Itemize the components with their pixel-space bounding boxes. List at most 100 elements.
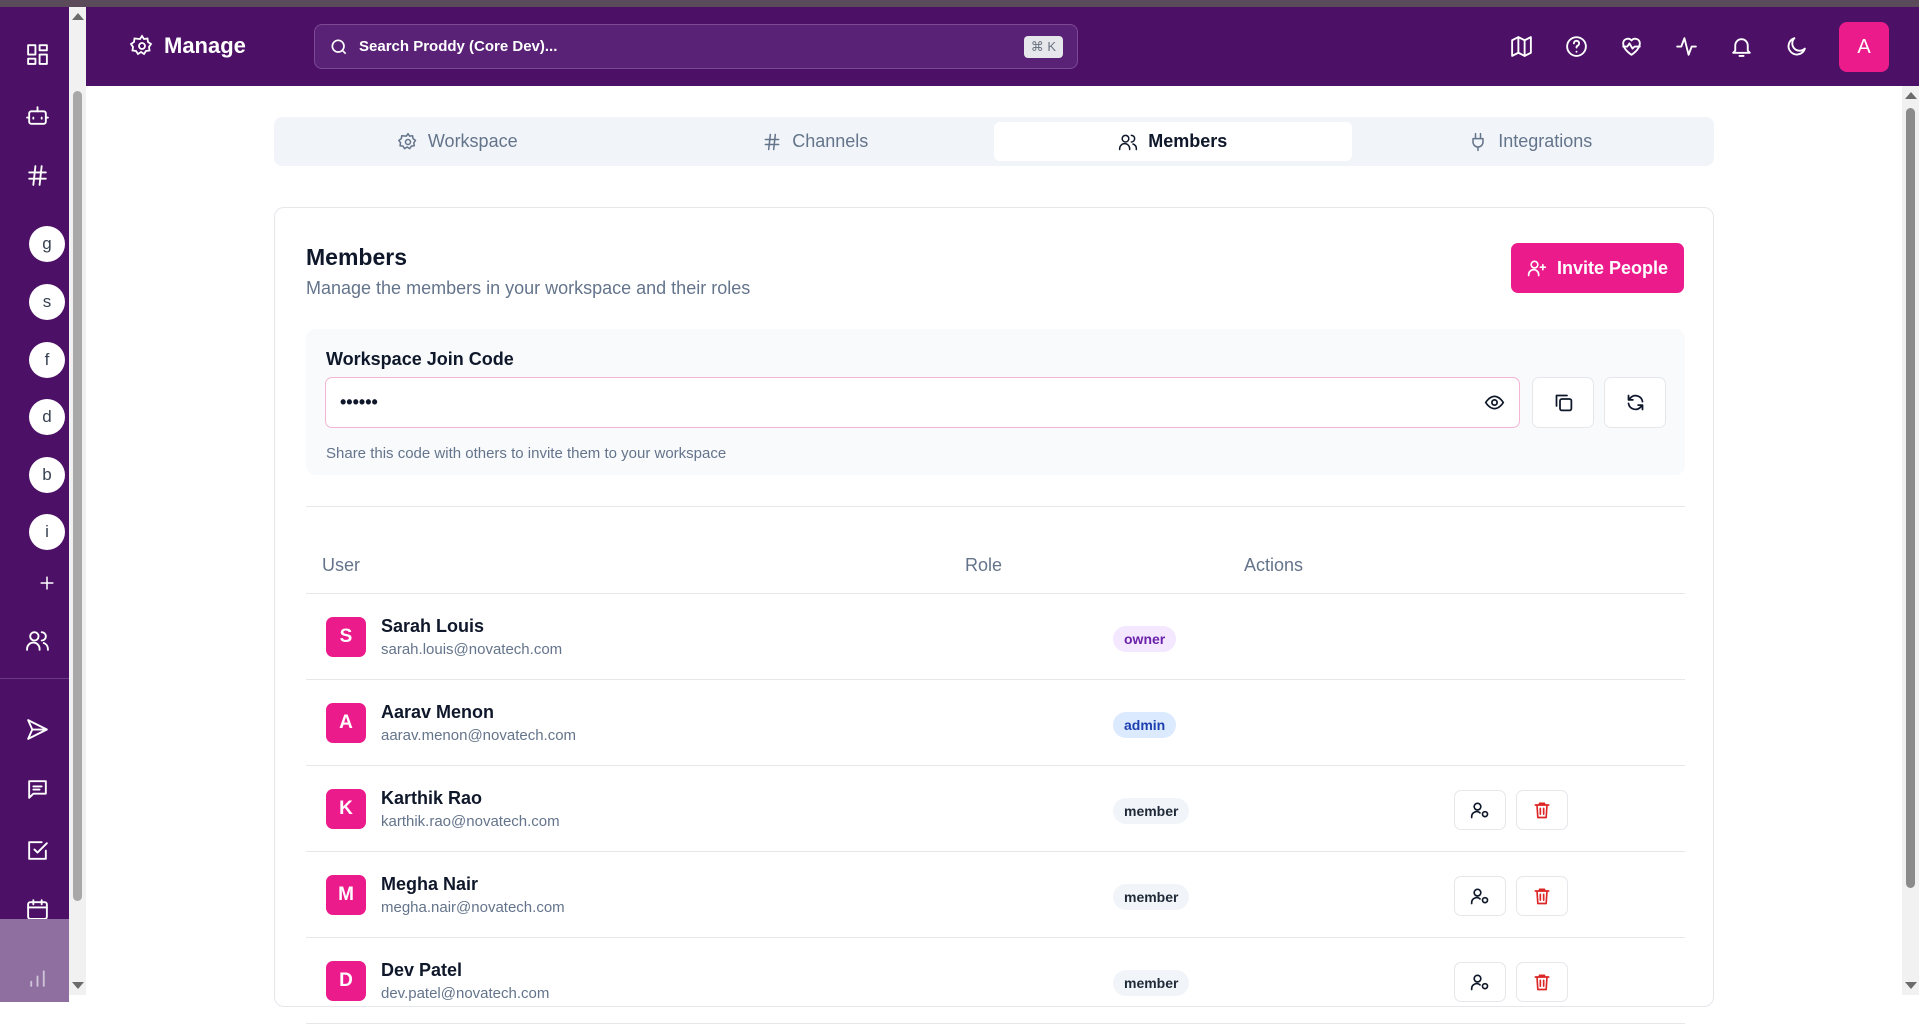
dashboard-icon[interactable] xyxy=(24,41,50,67)
remove-member-button[interactable] xyxy=(1516,876,1568,916)
plug-icon xyxy=(1472,132,1484,151)
message-icon[interactable] xyxy=(24,776,50,802)
scroll-up-icon[interactable] xyxy=(72,13,84,20)
join-code-input[interactable] xyxy=(340,392,1484,413)
change-role-button[interactable] xyxy=(1454,962,1506,1002)
gear-icon xyxy=(397,132,417,149)
user-plus-icon xyxy=(1527,260,1547,277)
member-avatar: K xyxy=(326,789,366,829)
help-icon[interactable] xyxy=(1561,29,1591,63)
main-scrollbar[interactable] xyxy=(1902,86,1919,995)
table-row: D Dev Patel dev.patel@novatech.com membe… xyxy=(306,938,1685,1024)
change-role-button[interactable] xyxy=(1454,790,1506,830)
column-user: User xyxy=(322,555,361,575)
users-icon[interactable] xyxy=(24,627,50,653)
add-workspace-icon[interactable] xyxy=(34,570,60,596)
hash-icon[interactable] xyxy=(24,162,50,188)
bell-icon[interactable] xyxy=(1726,29,1756,63)
table-row: K Karthik Rao karthik.rao@novatech.com m… xyxy=(306,766,1685,852)
tab-workspace[interactable]: Workspace xyxy=(279,122,637,161)
search-shortcut: ⌘ K xyxy=(1023,35,1063,58)
join-code-label: Workspace Join Code xyxy=(326,349,514,369)
search-bar[interactable]: ⌘ K xyxy=(314,24,1078,69)
scrollbar-thumb[interactable] xyxy=(73,91,82,901)
member-email: aarav.menon@novatech.com xyxy=(381,727,577,744)
role-badge: member xyxy=(1113,970,1190,996)
member-avatar: M xyxy=(326,875,366,915)
workspace-avatar[interactable]: i xyxy=(29,514,65,550)
search-input[interactable] xyxy=(359,38,1014,55)
section-subtitle: Manage the members in your workspace and… xyxy=(306,278,751,298)
window-top-bar xyxy=(0,0,1919,7)
user-cog-icon xyxy=(1470,888,1489,905)
activity-icon[interactable] xyxy=(1671,29,1701,63)
member-email: sarah.louis@novatech.com xyxy=(381,641,563,658)
change-role-button[interactable] xyxy=(1454,876,1506,916)
invite-label: Invite People xyxy=(1556,257,1669,278)
role-badge: member xyxy=(1113,798,1190,824)
page-title: Manage xyxy=(130,33,246,59)
scrollbar-thumb[interactable] xyxy=(1906,108,1915,888)
remove-member-button[interactable] xyxy=(1516,962,1568,1002)
section-divider xyxy=(306,506,1685,507)
join-code-field[interactable] xyxy=(325,377,1520,428)
table-row: S Sarah Louis sarah.louis@novatech.com o… xyxy=(306,594,1685,680)
members-card: Members Manage the members in your works… xyxy=(274,207,1714,1024)
page-title-text: Manage xyxy=(164,33,246,58)
scroll-down-icon[interactable] xyxy=(1905,982,1917,989)
tab-label: Channels xyxy=(792,131,869,151)
member-email: karthik.rao@novatech.com xyxy=(381,813,560,830)
workspace-avatar[interactable]: s xyxy=(29,284,65,320)
scroll-down-icon[interactable] xyxy=(72,982,84,989)
role-badge: member xyxy=(1113,884,1190,910)
member-avatar: S xyxy=(326,617,366,657)
workspace-avatar[interactable]: b xyxy=(29,457,65,493)
column-role: Role xyxy=(965,555,1003,575)
scroll-up-icon[interactable] xyxy=(1905,92,1917,99)
member-name: Sarah Louis xyxy=(381,616,485,636)
bot-icon[interactable] xyxy=(24,102,50,128)
heart-pulse-icon[interactable] xyxy=(1616,29,1646,63)
rail-active-item[interactable] xyxy=(0,919,69,1002)
section-title: Members xyxy=(306,244,407,270)
table-row: M Megha Nair megha.nair@novatech.com mem… xyxy=(306,852,1685,938)
invite-people-button[interactable]: Invite People xyxy=(1511,243,1684,293)
map-icon[interactable] xyxy=(1506,29,1536,63)
tasks-icon[interactable] xyxy=(24,837,50,863)
tab-label: Members xyxy=(1148,131,1228,151)
hash-icon xyxy=(764,133,780,150)
workspace-avatar[interactable]: d xyxy=(29,399,65,435)
member-name: Megha Nair xyxy=(381,874,479,894)
tab-channels[interactable]: Channels xyxy=(637,122,995,161)
trash-icon xyxy=(1534,888,1550,905)
sidebar-scrollbar[interactable] xyxy=(69,7,86,995)
member-email: dev.patel@novatech.com xyxy=(381,985,550,1002)
top-header: Manage ⌘ K A xyxy=(86,7,1919,86)
tab-label: Integrations xyxy=(1498,131,1593,151)
chart-icon xyxy=(24,964,50,990)
member-avatar: A xyxy=(326,703,366,743)
regenerate-code-button[interactable] xyxy=(1604,377,1666,428)
search-icon xyxy=(331,39,347,54)
tab-members[interactable]: Members xyxy=(994,122,1352,161)
table-row: A Aarav Menon aarav.menon@novatech.com a… xyxy=(306,680,1685,766)
trash-icon xyxy=(1534,974,1550,991)
role-badge: admin xyxy=(1113,712,1177,738)
tab-integrations[interactable]: Integrations xyxy=(1352,122,1710,161)
left-rail: g s f d b i xyxy=(0,7,69,1002)
member-email: megha.nair@novatech.com xyxy=(381,899,565,916)
moon-icon[interactable] xyxy=(1781,29,1811,63)
user-avatar[interactable]: A xyxy=(1839,22,1889,72)
workspace-avatar[interactable]: f xyxy=(29,342,65,378)
member-name: Aarav Menon xyxy=(381,702,495,722)
workspace-avatar[interactable]: g xyxy=(29,226,65,262)
copy-code-button[interactable] xyxy=(1532,377,1594,428)
user-cog-icon xyxy=(1470,974,1489,991)
eye-icon[interactable] xyxy=(1484,392,1505,413)
remove-member-button[interactable] xyxy=(1516,790,1568,830)
header-actions xyxy=(1506,29,1811,63)
join-code-panel: Workspace Join Code Share this code with… xyxy=(306,329,1685,475)
send-icon[interactable] xyxy=(24,716,50,742)
users-icon xyxy=(1119,134,1138,150)
member-name: Dev Patel xyxy=(381,960,463,980)
